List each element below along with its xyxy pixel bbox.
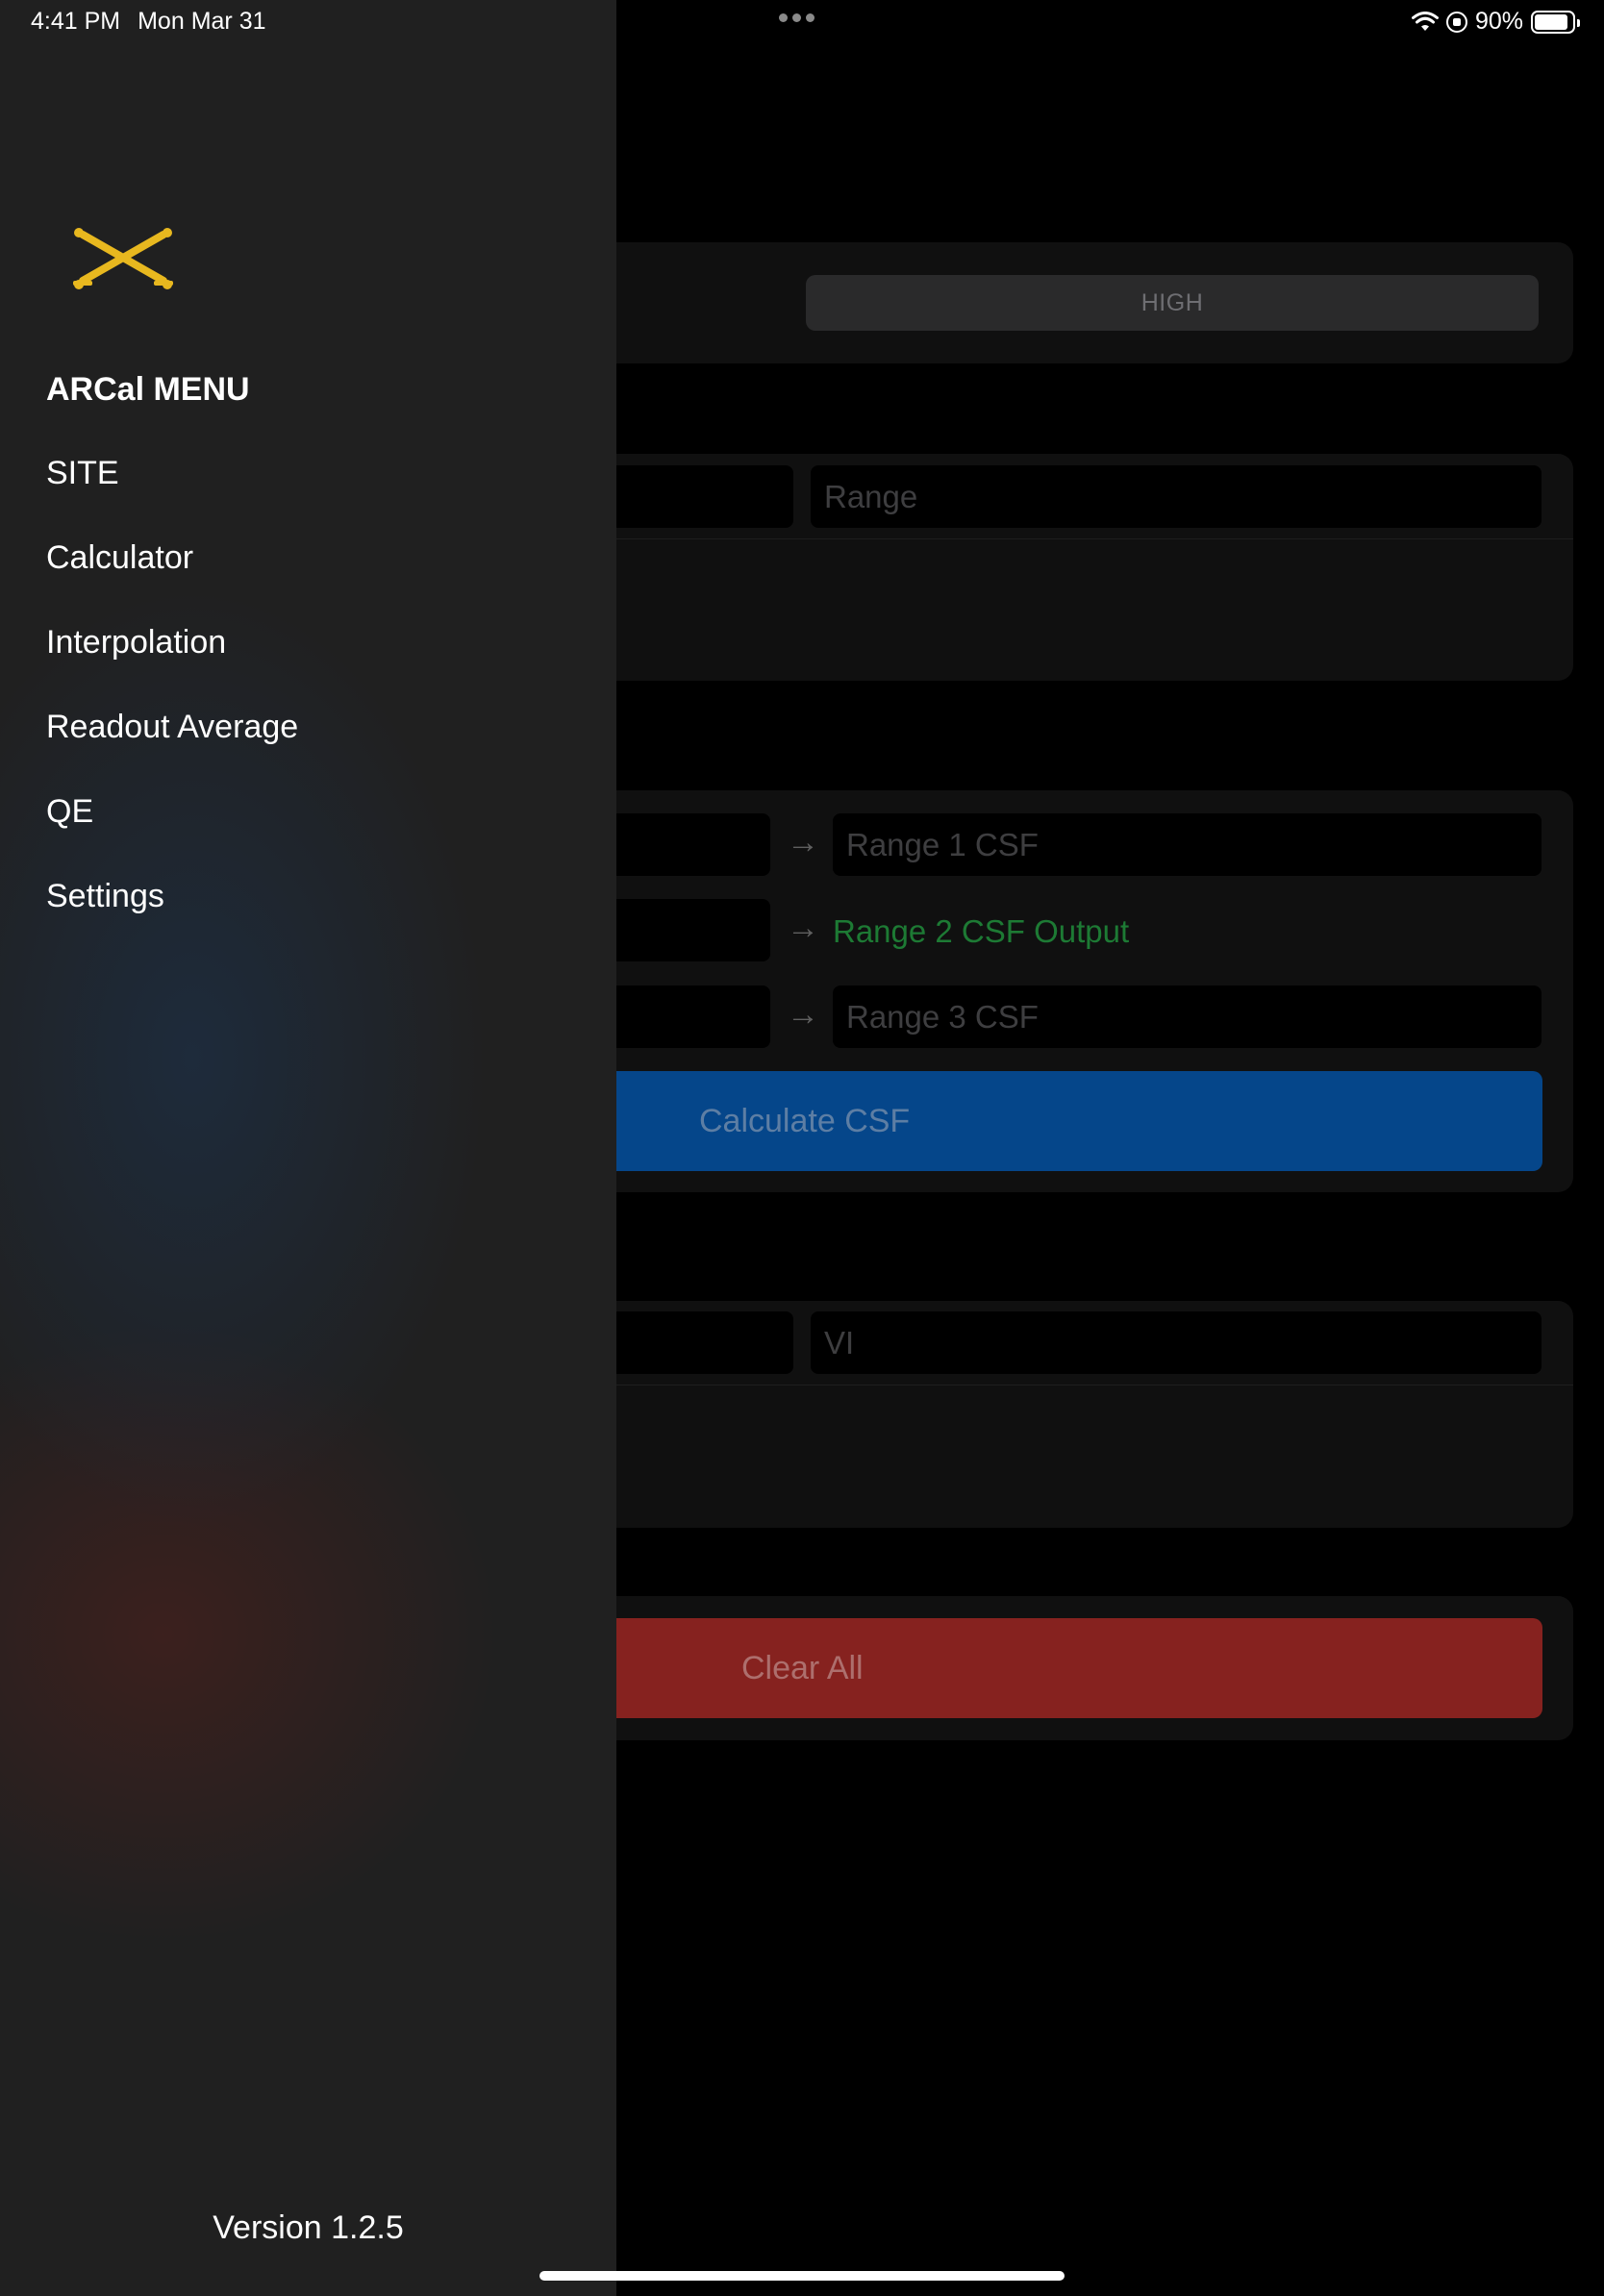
range-input[interactable]: Range (811, 465, 1541, 528)
clear-all-label: Clear All (741, 1649, 864, 1686)
multitasking-dots[interactable] (779, 13, 815, 22)
status-time: 4:41 PM Mon Mar 31 (31, 8, 266, 36)
status-date: Mon Mar 31 (138, 8, 266, 35)
menu-item-settings[interactable]: Settings (46, 878, 164, 915)
menu-item-readout-average[interactable]: Readout Average (46, 709, 298, 746)
range2-arrow: → (787, 910, 819, 946)
app-screen: 4:41 PM Mon Mar 31 90% HIGH Range → Range… (0, 0, 1604, 2296)
calculate-csf-button[interactable]: Calculate CSF (539, 1071, 1542, 1171)
orientation-lock-icon (1445, 11, 1467, 33)
menu-item-interpolation[interactable]: Interpolation (46, 624, 226, 661)
menu-title: ARCal MENU (46, 371, 250, 408)
range-divider (539, 538, 1573, 539)
calculate-csf-label: Calculate CSF (699, 1102, 911, 1139)
range1-csf-field[interactable]: Range 1 CSF (833, 813, 1541, 876)
range3-csf-field[interactable]: Range 3 CSF (833, 986, 1541, 1048)
menu-item-calculator[interactable]: Calculator (46, 539, 193, 577)
range1-arrow: → (787, 824, 819, 861)
clear-all-button[interactable]: Clear All (539, 1618, 1542, 1718)
range3-arrow: → (787, 996, 819, 1033)
battery-icon (1531, 10, 1580, 34)
battery-fill (1535, 13, 1568, 30)
menu-item-site[interactable]: SITE (46, 455, 119, 492)
battery-percent: 90% (1474, 8, 1523, 35)
vi-input[interactable]: VI (811, 1311, 1541, 1374)
side-menu-drawer: ARCal MENU SITE Calculator Interpolation… (0, 0, 616, 2296)
wifi-icon (1411, 11, 1439, 31)
status-indicators: 90% (1411, 8, 1580, 36)
segment-high[interactable]: HIGH (806, 275, 1539, 331)
crossed-cannons-icon (73, 228, 173, 289)
range2-csf-output: Range 2 CSF Output (833, 913, 1130, 949)
menu-item-qe[interactable]: QE (46, 793, 93, 831)
status-clock: 4:41 PM (31, 8, 121, 35)
app-version: Version 1.2.5 (213, 2209, 404, 2246)
home-indicator[interactable] (539, 2271, 1065, 2281)
